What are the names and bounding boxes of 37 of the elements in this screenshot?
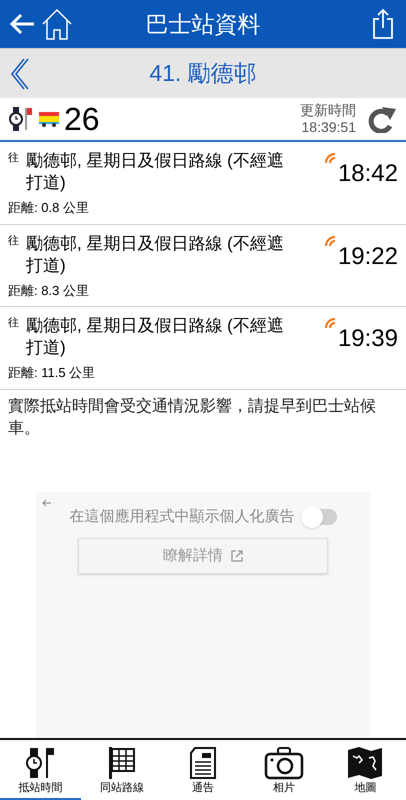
notice-text: 實際抵站時間會受交通情況影響，請提早到巴士站候車。 — [7, 396, 377, 438]
camera-icon — [264, 746, 304, 780]
distance-text: 距離: 0.8 公里 — [8, 199, 90, 217]
document-icon — [189, 746, 217, 780]
watch-flag-icon — [8, 106, 34, 132]
distance-text: 距離: 11.5 公里 — [8, 364, 96, 382]
direction-label: 往 — [8, 151, 20, 166]
destination-text: 勵德邨, 星期日及假日路線 (不經遮打道) — [26, 315, 285, 359]
ad-toggle-label: 在這個應用程式中顯示個人化廣告 — [70, 506, 294, 526]
header-title: 巴士站資料 — [144, 10, 262, 39]
arrival-time: 19:22 — [338, 242, 398, 272]
tab-button[interactable]: 通告 — [162, 740, 244, 800]
bus-icon — [38, 110, 60, 128]
destination-text: 勵德邨, 星期日及假日路線 (不經遮打道) — [26, 232, 285, 276]
tab-button[interactable]: 地圖 — [324, 740, 406, 800]
back-arrow-icon[interactable] — [42, 498, 52, 508]
toggle-switch[interactable] — [302, 508, 336, 525]
tab-button[interactable]: 抵站時間 — [0, 740, 82, 800]
distance-text: 距離: 8.3 公里 — [8, 282, 90, 300]
direction-label: 往 — [8, 234, 20, 248]
table-icon — [106, 746, 137, 780]
refresh-icon[interactable] — [368, 105, 398, 133]
route-number: 26 — [64, 100, 100, 139]
updated-time: 18:39:51 — [302, 119, 356, 136]
tab-button[interactable]: 同站路線 — [81, 740, 162, 800]
double-chevron-left-icon[interactable] — [8, 56, 30, 90]
map-icon — [347, 746, 384, 780]
destination-text: 勵德邨, 星期日及假日路線 (不經遮打道) — [26, 150, 285, 194]
stop-title: 41. 勵德邨 — [148, 59, 258, 88]
arrival-time: 19:39 — [338, 324, 398, 354]
share-icon[interactable] — [372, 8, 394, 40]
arrival-time: 18:42 — [338, 159, 398, 189]
external-link-icon — [231, 550, 243, 562]
home-icon[interactable] — [40, 7, 74, 41]
direction-label: 往 — [8, 316, 20, 331]
tab-button[interactable]: 相片 — [244, 740, 325, 800]
updated-label: 更新時間 — [300, 102, 356, 119]
